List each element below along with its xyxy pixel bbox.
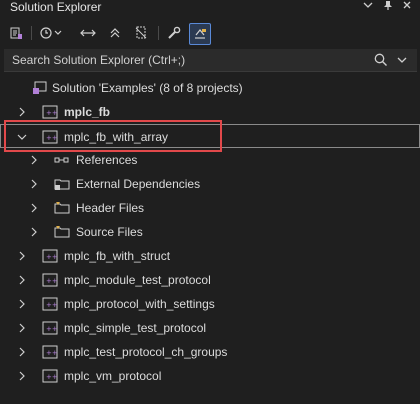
tree-item-header-files[interactable]: Header Files [0, 196, 420, 220]
filter-folder-icon [54, 225, 70, 239]
search-input[interactable]: Search Solution Explorer (Ctrl+;) [12, 52, 185, 68]
show-all-files-icon[interactable] [131, 23, 151, 43]
chevron-right-icon[interactable] [17, 298, 27, 309]
cpp-project-icon: ++ [42, 297, 58, 311]
svg-text:++: ++ [46, 253, 58, 261]
filter-folder-icon [54, 201, 70, 215]
history-dropdown-icon[interactable] [52, 23, 64, 43]
tree-item-solution[interactable]: Solution 'Examples' (8 of 8 projects) [0, 76, 420, 100]
tree-item-project[interactable]: ++ mplc_simple_test_protocol [0, 316, 420, 340]
project-label: mplc_fb_with_array [64, 130, 169, 144]
svg-text:++: ++ [46, 301, 58, 309]
svg-text:++: ++ [46, 349, 58, 357]
cpp-project-icon: ++ [42, 130, 58, 144]
folder-label: External Dependencies [76, 177, 201, 191]
pin-icon[interactable] [381, 0, 395, 14]
folder-label: Header Files [76, 201, 145, 215]
chevron-right-icon[interactable] [29, 226, 39, 237]
project-label: mplc_module_test_protocol [64, 273, 211, 287]
solution-icon [32, 81, 48, 95]
cpp-project-icon: ++ [42, 321, 58, 335]
cpp-project-icon: ++ [42, 273, 58, 287]
chevron-right-icon[interactable] [17, 106, 27, 117]
switch-views-icon[interactable] [6, 23, 26, 43]
collapse-all-icon[interactable] [105, 23, 125, 43]
panel-titlebar: Solution Explorer [0, 0, 420, 16]
chevron-down-icon[interactable] [17, 131, 27, 141]
tree-item-project[interactable]: ++ mplc_module_test_protocol [0, 268, 420, 292]
project-label: mplc_fb [64, 105, 111, 119]
tree-item-project[interactable]: ++ mplc_vm_protocol [0, 364, 420, 388]
close-icon[interactable] [400, 0, 414, 14]
toolbar-separator [31, 26, 32, 40]
cpp-project-icon: ++ [42, 249, 58, 263]
search-icon[interactable] [373, 52, 389, 68]
tree-item-project[interactable]: ++ mplc_protocol_with_settings [0, 292, 420, 316]
chevron-right-icon[interactable] [29, 202, 39, 213]
tree-item-external-dependencies[interactable]: External Dependencies [0, 172, 420, 196]
cpp-project-icon: ++ [42, 105, 58, 119]
cpp-project-icon: ++ [42, 369, 58, 383]
tree-item-project-selected[interactable]: ++ mplc_fb_with_array [0, 124, 420, 148]
chevron-down-icon[interactable] [361, 0, 375, 14]
chevron-right-icon[interactable] [29, 154, 39, 165]
tree-item-project[interactable]: ++ mplc_fb_with_struct [0, 244, 420, 268]
svg-text:++: ++ [46, 373, 58, 381]
svg-text:++: ++ [46, 109, 58, 117]
panel-title: Solution Explorer [10, 0, 102, 14]
tree-item-references[interactable]: References [0, 148, 420, 172]
tree-item-project[interactable]: ++ mplc_test_protocol_ch_groups [0, 340, 420, 364]
project-label: mplc_test_protocol_ch_groups [64, 345, 228, 359]
chevron-right-icon[interactable] [17, 250, 27, 261]
sync-with-active-document-icon[interactable] [78, 23, 98, 43]
folder-label: Source Files [76, 225, 143, 239]
references-icon [54, 153, 70, 167]
svg-text:++: ++ [46, 277, 58, 285]
project-label: mplc_simple_test_protocol [64, 321, 207, 335]
cpp-project-icon: ++ [42, 345, 58, 359]
project-label: mplc_fb_with_struct [64, 249, 171, 263]
folder-label: References [76, 153, 138, 167]
tree-item-project[interactable]: ++ mplc_fb [0, 100, 420, 124]
chevron-right-icon[interactable] [17, 274, 27, 285]
chevron-right-icon[interactable] [17, 346, 27, 357]
svg-text:++: ++ [46, 325, 58, 333]
external-dependencies-folder-icon [54, 177, 70, 191]
project-label: mplc_protocol_with_settings [64, 297, 215, 311]
toolbar [0, 20, 420, 46]
toolbar-separator [158, 26, 159, 40]
project-label: mplc_vm_protocol [64, 369, 162, 383]
chevron-right-icon[interactable] [29, 178, 39, 189]
search-box[interactable]: Search Solution Explorer (Ctrl+;) [4, 49, 417, 72]
chevron-right-icon[interactable] [17, 322, 27, 333]
properties-wrench-icon[interactable] [164, 23, 184, 43]
preview-selected-items-icon[interactable] [189, 23, 211, 45]
search-options-chevron-down-icon[interactable] [397, 52, 411, 68]
chevron-right-icon[interactable] [17, 370, 27, 381]
solution-label: Solution 'Examples' (8 of 8 projects) [52, 81, 243, 95]
svg-text:++: ++ [46, 134, 58, 142]
tree-item-source-files[interactable]: Source Files [0, 220, 420, 244]
